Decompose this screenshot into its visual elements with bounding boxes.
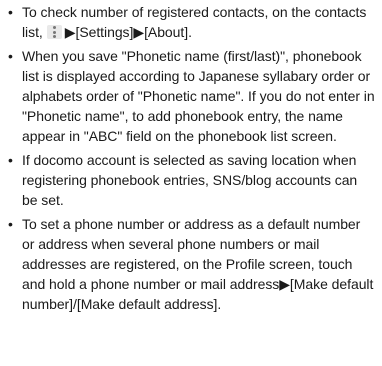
note-item-default-number: To set a phone number or address as a de… — [6, 214, 376, 314]
notes-list: To check number of registered contacts, … — [6, 2, 376, 314]
note-text: If docomo account is selected as saving … — [22, 152, 358, 208]
menu-icon — [46, 25, 62, 39]
note-item-docomo-account: If docomo account is selected as saving … — [6, 150, 376, 210]
manual-page: To check number of registered contacts, … — [0, 0, 382, 366]
note-text: To set a phone number or address as a de… — [22, 216, 374, 312]
note-text: When you save "Phonetic name (first/last… — [22, 48, 375, 144]
note-text: ▶[Settings]▶[About]. — [64, 24, 192, 40]
note-item-phonetic-name: When you save "Phonetic name (first/last… — [6, 46, 376, 146]
note-item-contacts-count: To check number of registered contacts, … — [6, 2, 376, 42]
